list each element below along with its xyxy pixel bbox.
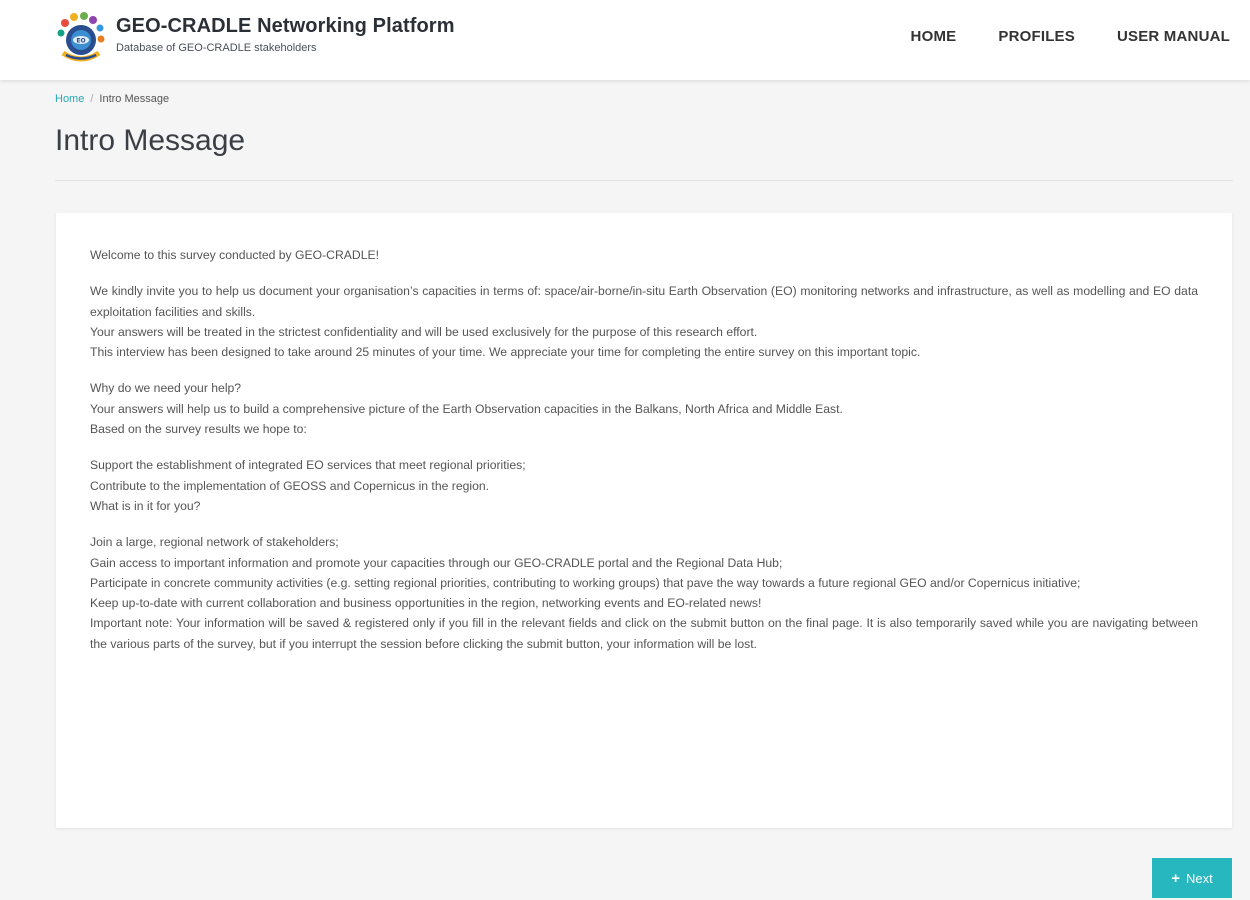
intro-paragraph-2: We kindly invite you to help us document…	[90, 281, 1198, 362]
intro-paragraph-1: Welcome to this survey conducted by GEO-…	[90, 245, 1198, 265]
title-divider	[55, 180, 1233, 181]
next-button[interactable]: + Next	[1152, 858, 1232, 898]
top-navbar: EO GEO-CRADLE Networking Platform Databa…	[0, 0, 1250, 80]
intro-line: We kindly invite you to help us document…	[90, 284, 1198, 319]
intro-paragraph-5: Join a large, regional network of stakeh…	[90, 532, 1198, 654]
intro-paragraph-4: Support the establishment of integrated …	[90, 455, 1198, 516]
intro-line: Contribute to the implementation of GEOS…	[90, 478, 490, 493]
intro-message-panel: Welcome to this survey conducted by GEO-…	[56, 213, 1232, 828]
breadcrumb-separator: /	[90, 93, 94, 105]
page-title: Intro Message	[55, 124, 246, 157]
breadcrumb-current: Intro Message	[99, 93, 170, 105]
intro-line: Why do we need your help?	[90, 381, 242, 396]
intro-line: This interview has been designed to take…	[90, 345, 921, 360]
intro-line: Welcome to this survey conducted by GEO-…	[90, 248, 380, 262]
nav-user-manual[interactable]: USER MANUAL	[1117, 28, 1230, 45]
plus-icon: +	[1171, 869, 1181, 887]
intro-line: What is in it for you?	[90, 498, 201, 513]
main-nav: HOME PROFILES USER MANUAL	[869, 28, 1230, 45]
next-button-label: Next	[1186, 870, 1213, 886]
breadcrumb: Home / Intro Message	[55, 93, 169, 105]
intro-line: Your answers will help us to build a com…	[90, 401, 843, 416]
intro-line: Important note: Your information will be…	[90, 616, 1198, 651]
intro-line: Keep up-to-date with current collaborati…	[90, 596, 762, 611]
intro-line: Your answers will be treated in the stri…	[90, 324, 758, 339]
brand-title: GEO-CRADLE Networking Platform	[116, 15, 455, 37]
intro-line: Gain access to important information and…	[90, 555, 783, 570]
intro-line: Support the establishment of integrated …	[90, 458, 526, 473]
breadcrumb-home-link[interactable]: Home	[55, 93, 84, 105]
nav-home[interactable]: HOME	[911, 28, 957, 45]
intro-line: Join a large, regional network of stakeh…	[90, 535, 339, 550]
geo-cradle-logo-icon: EO	[57, 12, 105, 62]
brand-link[interactable]: EO GEO-CRADLE Networking Platform Databa…	[55, 11, 455, 63]
svg-text:EO: EO	[76, 38, 85, 45]
nav-profiles[interactable]: PROFILES	[998, 28, 1075, 45]
intro-paragraph-3: Why do we need your help? Your answers w…	[90, 378, 1198, 439]
intro-line: Participate in concrete community activi…	[90, 575, 1081, 590]
brand-subtitle: Database of GEO-CRADLE stakeholders	[116, 42, 317, 54]
intro-line: Based on the survey results we hope to:	[90, 422, 307, 437]
